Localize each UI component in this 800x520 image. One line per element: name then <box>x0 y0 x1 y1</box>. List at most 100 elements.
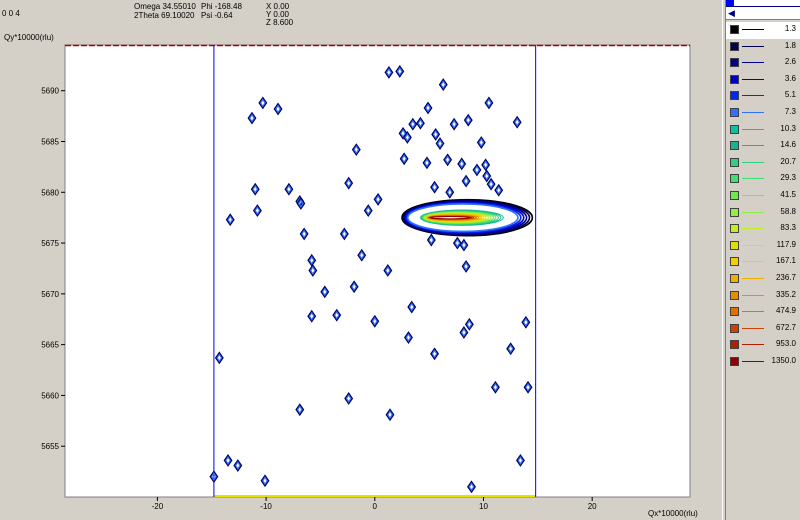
legend-value: 1350.0 <box>771 355 796 365</box>
legend-item: 236.7 <box>726 271 800 288</box>
legend-line <box>742 145 764 147</box>
plot-window: 0 0 4 Omega 34.55010 2Theta 69.10020 Phi… <box>0 0 722 520</box>
legend-line <box>742 95 764 97</box>
legend-item: 3.6 <box>726 72 800 89</box>
legend-item: 953.0 <box>726 337 800 354</box>
y-tick-label: 5685 <box>41 137 59 146</box>
legend-line <box>742 277 764 279</box>
contour-chart[interactable]: -20 -10 0 10 20 5655 5660 5665 5670 5675 5680 5685 5… <box>0 0 722 520</box>
contour-level-legend: 1.3 1.8 2.6 3.6 5.1 7.3 10.3 14.6 20.7 29.3 41.5 58… <box>726 22 800 370</box>
legend-swatch <box>730 174 739 184</box>
x-tick-label: -10 <box>260 502 272 511</box>
legend-swatch <box>730 58 739 68</box>
legend-item: 1350.0 <box>726 354 800 371</box>
legend-line <box>742 327 764 329</box>
x-tick-label: 10 <box>479 502 488 511</box>
legend-line <box>742 128 764 130</box>
legend-line <box>742 62 764 64</box>
legend-value: 58.8 <box>780 206 796 216</box>
legend-value: 474.9 <box>775 306 796 316</box>
legend-value: 20.7 <box>780 156 796 166</box>
legend-line <box>742 78 764 80</box>
legend-value: 953.0 <box>775 339 796 349</box>
legend-item: 5.1 <box>726 88 800 105</box>
legend-value: 7.3 <box>784 106 796 116</box>
legend-item: 7.3 <box>726 105 800 122</box>
legend-item: 672.7 <box>726 321 800 338</box>
legend-value: 672.7 <box>775 322 796 332</box>
legend-item: 29.3 <box>726 171 800 188</box>
legend-value: 10.3 <box>780 123 796 133</box>
legend-header <box>726 0 800 7</box>
legend-value: 1.8 <box>784 40 796 50</box>
legend-line <box>742 228 764 230</box>
legend-value: 236.7 <box>775 272 796 282</box>
legend-line <box>742 360 764 362</box>
legend-swatch <box>730 240 739 250</box>
legend-swatch <box>730 41 739 51</box>
legend-item: 117.9 <box>726 238 800 255</box>
legend-swatch <box>730 25 739 34</box>
x-tick-label: -20 <box>152 502 164 511</box>
legend-swatch <box>730 290 739 300</box>
legend-value: 2.6 <box>784 57 796 67</box>
legend-line <box>742 344 764 346</box>
legend-swatch <box>730 257 739 267</box>
y-tick-label: 5670 <box>41 290 59 299</box>
y-tick-label: 5680 <box>41 188 59 197</box>
y-tick-label: 5655 <box>41 442 59 451</box>
legend-swatch <box>730 340 739 350</box>
legend-value: 3.6 <box>784 73 796 83</box>
legend-swatch <box>730 157 739 167</box>
legend-swatch <box>730 107 739 117</box>
legend-item: 1.3 <box>726 22 800 39</box>
y-tick-label: 5665 <box>41 341 59 350</box>
legend-swatch <box>730 323 739 333</box>
legend-item: 167.1 <box>726 254 800 271</box>
legend-swatch <box>730 124 739 134</box>
legend-line <box>742 178 764 180</box>
legend-scrollbar[interactable]: ◀ <box>726 7 800 20</box>
legend-swatch <box>730 141 739 151</box>
legend-swatch <box>730 356 739 366</box>
legend-item: 83.3 <box>726 221 800 238</box>
legend-item: 335.2 <box>726 288 800 305</box>
legend-line <box>742 29 764 30</box>
legend-swatch <box>730 207 739 217</box>
legend-value: 14.6 <box>780 140 796 150</box>
legend-value: 167.1 <box>775 256 796 266</box>
legend-value: 117.9 <box>776 239 796 249</box>
legend-value: 83.3 <box>780 223 796 233</box>
legend-line <box>742 211 764 213</box>
legend-swatch <box>730 273 739 283</box>
y-tick-label: 5675 <box>41 239 59 248</box>
legend-line <box>742 294 764 296</box>
legend-item: 1.8 <box>726 39 800 56</box>
legend-line <box>742 261 764 263</box>
legend-item: 58.8 <box>726 205 800 222</box>
x-tick-label: 20 <box>588 502 597 511</box>
legend-swatch <box>730 74 739 84</box>
legend-swatch <box>730 190 739 200</box>
legend-item: 41.5 <box>726 188 800 205</box>
y-tick-label: 5690 <box>41 87 59 96</box>
legend-line <box>742 111 764 113</box>
legend-item: 2.6 <box>726 55 800 72</box>
legend-panel: ◀ 1.3 1.8 2.6 3.6 5.1 7.3 10.3 14.6 20.7 29.3 41.5… <box>726 0 800 520</box>
y-tick-label: 5660 <box>41 391 59 400</box>
legend-value: 335.2 <box>775 289 796 299</box>
legend-value: 41.5 <box>780 189 796 199</box>
legend-item: 20.7 <box>726 155 800 172</box>
legend-value: 29.3 <box>780 173 796 183</box>
legend-swatch <box>730 224 739 234</box>
legend-item: 474.9 <box>726 304 800 321</box>
legend-line <box>742 161 764 163</box>
legend-line <box>742 311 764 313</box>
legend-item: 14.6 <box>726 138 800 155</box>
legend-line <box>742 244 764 246</box>
legend-line <box>742 194 764 196</box>
x-tick-label: 0 <box>373 502 378 511</box>
scroll-left-icon[interactable]: ◀ <box>728 7 735 19</box>
plot-area <box>64 44 691 498</box>
legend-swatch <box>730 307 739 317</box>
